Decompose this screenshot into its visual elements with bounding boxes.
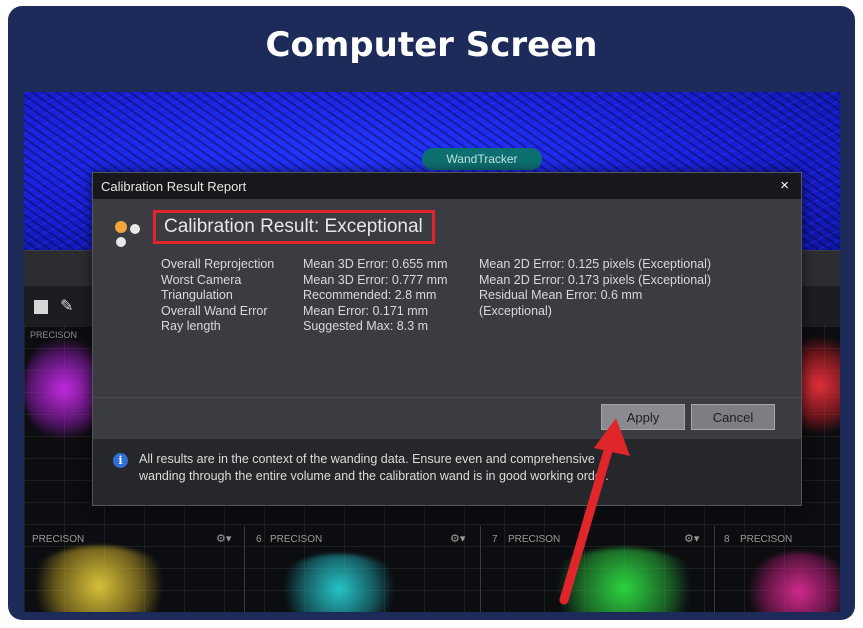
info-panel: i All results are in the context of the … [93, 439, 801, 505]
info-text: All results are in the context of the wa… [139, 451, 739, 485]
screenshot-card: Computer Screen WandTracker ✎ PRECISON P… [8, 6, 855, 620]
gear-icon[interactable]: ⚙▾ [216, 532, 231, 545]
dialog-title: Calibration Result Report [101, 179, 247, 194]
camera-label: PRECISON [270, 534, 323, 545]
metric-value-2: (Exceptional) [479, 303, 552, 318]
gear-icon[interactable]: ⚙▾ [684, 532, 699, 545]
metric-row: Worst Camera Mean 3D Error: 0.777 mm Mea… [161, 273, 781, 289]
dialog-titlebar: Calibration Result Report × [93, 173, 801, 199]
info-line: All results are in the context of the wa… [139, 452, 595, 466]
camera-divider [244, 526, 245, 612]
metric-value: Mean 3D Error: 0.655 mm [303, 257, 448, 271]
cancel-button[interactable]: Cancel [691, 404, 775, 430]
metric-row: Triangulation Recommended: 2.8 mm Residu… [161, 288, 781, 304]
metric-row: Overall Reprojection Mean 3D Error: 0.65… [161, 257, 781, 273]
camera-number: 6 [256, 534, 262, 545]
metric-label: Overall Wand Error [161, 303, 268, 318]
red-arrow-annotation [559, 418, 630, 605]
camera-label: PRECISON [740, 534, 793, 545]
camera-divider [480, 526, 481, 612]
select-tool-icon[interactable] [34, 300, 48, 314]
camera-number: 8 [724, 534, 730, 545]
metric-value-2: Mean 2D Error: 0.125 pixels (Exceptional… [479, 257, 712, 271]
precision-label: PRECISON [30, 330, 78, 340]
app-screen: WandTracker ✎ PRECISON PRECISON ⚙▾ 6 PRE… [24, 92, 840, 612]
info-line: wanding through the entire volume and th… [139, 469, 609, 483]
metric-label: Ray length [161, 319, 221, 333]
card-title: Computer Screen [265, 25, 598, 65]
metric-value: Mean 3D Error: 0.777 mm [303, 272, 448, 287]
camera-divider [714, 526, 715, 612]
metric-row: Overall Wand Error Mean Error: 0.171 mm … [161, 304, 781, 320]
camera-label: PRECISON [32, 534, 85, 545]
close-icon[interactable]: × [780, 177, 789, 194]
metric-label: Worst Camera [161, 272, 242, 287]
calibration-result-heading: Calibration Result: Exceptional [153, 210, 435, 244]
camera-number: 7 [492, 534, 498, 545]
metric-value-2: Residual Mean Error: 0.6 mm [479, 288, 643, 302]
calibration-result-dialog: Calibration Result Report × Calibration … [92, 172, 802, 506]
metric-value-2: Mean 2D Error: 0.173 pixels (Exceptional… [479, 272, 712, 287]
metric-value: Suggested Max: 8.3 m [303, 319, 429, 333]
gear-icon[interactable]: ⚙▾ [450, 532, 465, 545]
metric-label: Overall Reprojection [161, 257, 275, 271]
info-icon: i [113, 453, 128, 468]
metric-value: Mean Error: 0.171 mm [303, 303, 429, 318]
calibration-dots-icon [115, 221, 140, 247]
wand-tracker-tag: WandTracker [422, 148, 542, 170]
pencil-icon[interactable]: ✎ [60, 296, 73, 316]
metric-value: Recommended: 2.8 mm [303, 288, 437, 302]
camera-strip: PRECISON ⚙▾ 6 PRECISON ⚙▾ 7 PRECISON ⚙▾ … [24, 526, 840, 612]
dialog-separator [93, 397, 801, 398]
metrics-table: Overall Reprojection Mean 3D Error: 0.65… [161, 257, 781, 335]
metric-label: Triangulation [161, 288, 233, 302]
metric-row: Ray length Suggested Max: 8.3 m [161, 319, 781, 335]
